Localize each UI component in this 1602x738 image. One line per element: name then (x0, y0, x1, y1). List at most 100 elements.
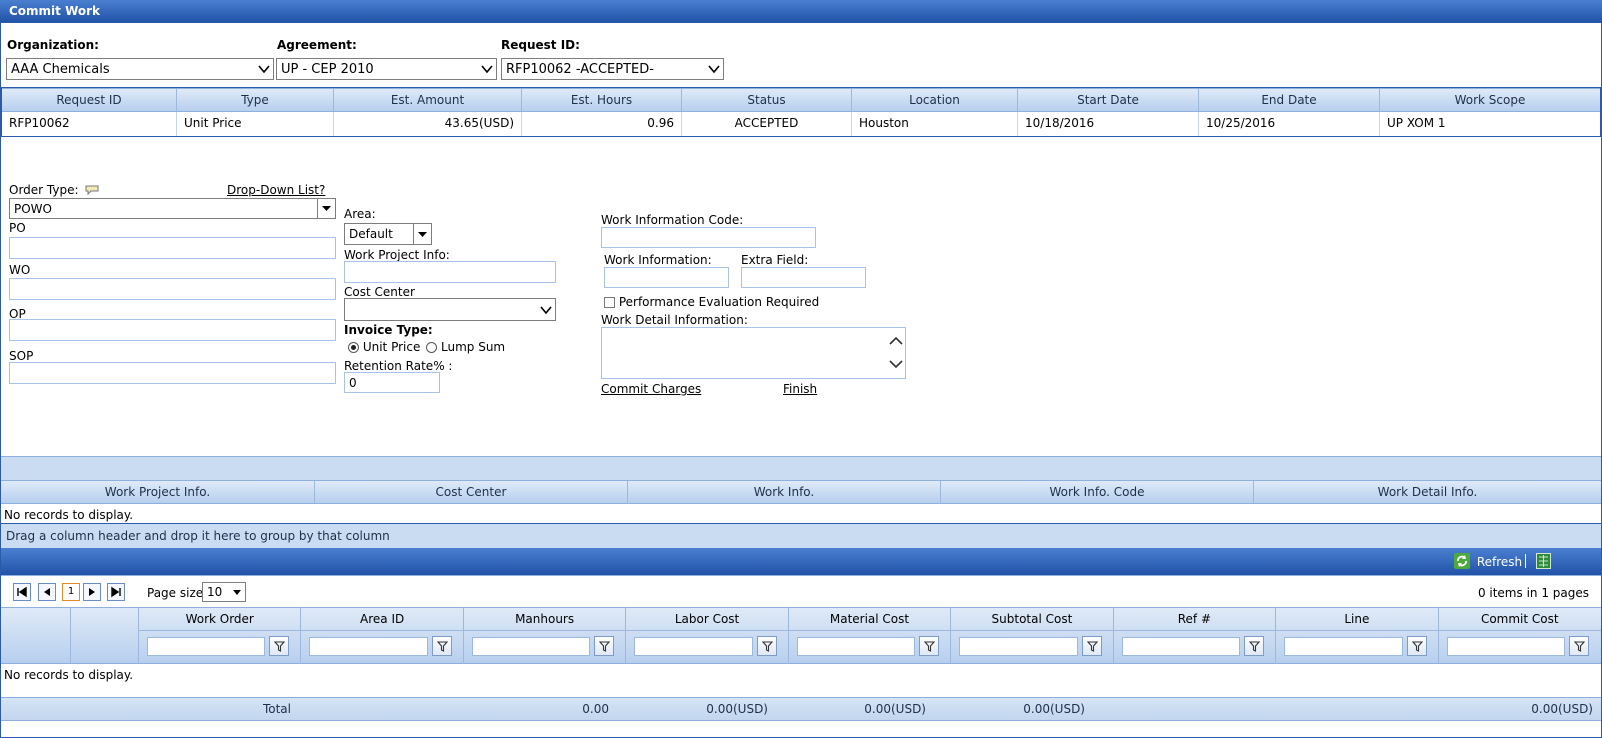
filter-button-labor-cost[interactable] (756, 636, 777, 656)
page-size-select[interactable]: 10 (202, 582, 246, 602)
wo-label: WO (9, 263, 31, 277)
pager-bar: 1 Page size: 10 0 items in 1 pages (1, 575, 1601, 607)
work-info-code-input[interactable] (601, 227, 816, 248)
filter-button-ref[interactable] (1244, 636, 1265, 656)
unit-price-radio[interactable] (348, 342, 359, 353)
filter-button-work-order[interactable] (269, 636, 290, 656)
chevron-up-icon[interactable] (887, 334, 905, 348)
chevron-down-icon (540, 306, 552, 315)
po-input[interactable] (9, 237, 336, 259)
sop-label: SOP (9, 349, 34, 363)
filter-cell-labor-cost (626, 631, 787, 664)
page-size-value: 10 (207, 585, 223, 599)
group-panel[interactable]: Drag a column header and drop it here to… (1, 524, 1601, 548)
column-header-location[interactable]: Location (852, 89, 1018, 111)
column-header-work-info-code[interactable]: Work Info. Code (941, 481, 1254, 503)
cell-status: ACCEPTED (682, 112, 852, 136)
order-type-select[interactable]: POWO (9, 198, 336, 219)
filter-input-line[interactable] (1284, 637, 1403, 656)
column-header-work-scope[interactable]: Work Scope (1380, 89, 1600, 111)
work-project-info-input[interactable] (344, 261, 556, 283)
first-page-button[interactable] (13, 583, 31, 601)
column-header-manhours[interactable]: Manhours (463, 607, 626, 631)
agreement-select[interactable]: UP - CEP 2010 (276, 58, 497, 80)
extra-field-input[interactable] (741, 267, 866, 288)
export-excel-icon[interactable] (1536, 553, 1551, 569)
column-header-end-date[interactable]: End Date (1199, 89, 1380, 111)
work-information-input[interactable] (604, 267, 729, 288)
filter-input-commit-cost[interactable] (1446, 637, 1565, 656)
lump-sum-radio-label[interactable]: Lump Sum (441, 340, 505, 354)
column-header-status[interactable]: Status (682, 89, 852, 111)
perf-eval-checkbox[interactable] (604, 297, 615, 308)
column-header-labor-cost[interactable]: Labor Cost (626, 607, 788, 631)
filter-input-labor-cost[interactable] (634, 637, 753, 656)
column-header-work-detail-info[interactable]: Work Detail Info. (1254, 481, 1601, 503)
filter-button-line[interactable] (1406, 636, 1427, 656)
finish-link[interactable]: Finish (783, 382, 817, 396)
sop-input[interactable] (9, 362, 336, 384)
filter-button-area-id[interactable] (431, 636, 452, 656)
refresh-button[interactable]: Refresh (1454, 553, 1522, 569)
table-row[interactable]: RFP10062 Unit Price 43.65(USD) 0.96 ACCE… (2, 112, 1600, 136)
column-header-commit-cost[interactable]: Commit Cost (1438, 607, 1601, 631)
filter-input-area-id[interactable] (309, 637, 428, 656)
unit-price-radio-label[interactable]: Unit Price (363, 340, 421, 354)
column-header-work-info[interactable]: Work Info. (628, 481, 941, 503)
column-header-work-project-info[interactable]: Work Project Info. (1, 481, 315, 503)
column-header-est-hours[interactable]: Est. Hours (522, 89, 682, 111)
filter-button-material-cost[interactable] (919, 636, 940, 656)
column-commit-cost: Commit Cost (1438, 607, 1601, 664)
perf-eval-label[interactable]: Performance Evaluation Required (619, 295, 819, 309)
column-header-work-order[interactable]: Work Order (139, 607, 301, 631)
column-header-start-date[interactable]: Start Date (1018, 89, 1199, 111)
column-header-material-cost[interactable]: Material Cost (788, 607, 951, 631)
column-header-line[interactable]: Line (1276, 607, 1438, 631)
cost-center-select[interactable] (344, 298, 556, 321)
organization-select[interactable]: AAA Chemicals (6, 58, 274, 80)
filter-button-manhours[interactable] (594, 636, 615, 656)
filter-button-subtotal-cost[interactable] (1081, 636, 1102, 656)
comment-icon[interactable] (85, 185, 99, 196)
column-header-est-amount[interactable]: Est. Amount (334, 89, 522, 111)
op-input[interactable] (9, 319, 336, 341)
page-number-current[interactable]: 1 (62, 583, 80, 601)
work-detail-textarea[interactable] (601, 327, 906, 379)
drop-down-list-link[interactable]: Drop-Down List? (227, 183, 325, 197)
column-header-area-id[interactable]: Area ID (301, 607, 463, 631)
filter-input-material-cost[interactable] (796, 637, 916, 656)
prev-page-button[interactable] (38, 583, 56, 601)
retention-rate-label: Retention Rate% : (344, 359, 453, 373)
wo-input[interactable] (9, 278, 336, 300)
column-header-subtotal-cost[interactable]: Subtotal Cost (951, 607, 1113, 631)
commit-charges-link[interactable]: Commit Charges (601, 382, 701, 396)
column-header-cost-center[interactable]: Cost Center (315, 481, 628, 503)
column-header-ref[interactable]: Ref # (1113, 607, 1276, 631)
refresh-label: Refresh (1476, 555, 1523, 569)
work-info-empty-text: No records to display. (4, 508, 134, 522)
area-select[interactable]: Default (344, 223, 432, 245)
next-page-button[interactable] (83, 583, 101, 601)
cell-end-date: 10/25/2016 (1199, 112, 1380, 136)
lump-sum-radio[interactable] (426, 342, 438, 353)
filter-input-work-order[interactable] (147, 637, 266, 656)
column-header-request-id[interactable]: Request ID (2, 89, 177, 111)
request-id-select[interactable]: RFP10062 -ACCEPTED- (501, 58, 724, 80)
filter-cell-manhours (464, 631, 625, 664)
column-header-type[interactable]: Type (177, 89, 334, 111)
filter-input-manhours[interactable] (471, 637, 591, 656)
filter-input-ref[interactable] (1121, 637, 1241, 656)
organization-value: AAA Chemicals (11, 62, 110, 77)
pager-summary: 0 items in 1 pages (1477, 586, 1589, 600)
caret-down-icon (322, 206, 331, 211)
work-project-info-label: Work Project Info: (344, 248, 450, 262)
last-page-button[interactable] (107, 583, 125, 601)
order-type-dropdown-button[interactable] (317, 199, 335, 218)
filter-button-commit-cost[interactable] (1568, 636, 1589, 656)
filter-input-subtotal-cost[interactable] (959, 637, 1078, 656)
retention-rate-input[interactable]: 0 (344, 372, 440, 393)
work-detail-scrollbar[interactable] (887, 328, 905, 378)
next-page-icon (89, 588, 95, 596)
area-dropdown-button[interactable] (413, 224, 431, 244)
chevron-down-icon[interactable] (887, 357, 905, 371)
